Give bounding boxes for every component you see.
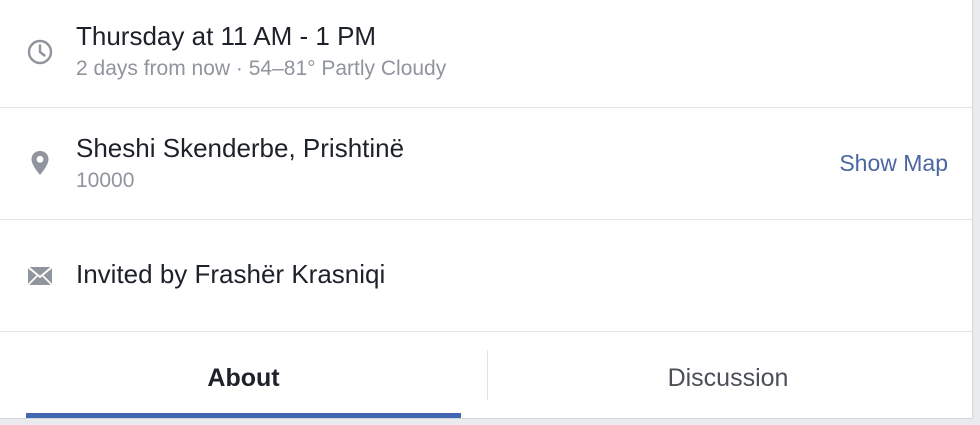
invited-by-text: Invited by Frashër Krasniqi (76, 259, 386, 289)
tab-about-label: About (207, 364, 280, 392)
tab-about[interactable]: About (26, 332, 461, 418)
show-map-link[interactable]: Show Map (839, 150, 948, 177)
envelope-icon (26, 262, 54, 290)
event-time: Thursday at 11 AM - 1 PM (76, 21, 377, 51)
event-details-card: Thursday at 11 AM - 1 PM 2 days from now… (0, 0, 973, 419)
tab-discussion-label: Discussion (667, 364, 789, 392)
event-tabs: About Discussion (0, 332, 972, 418)
event-location-postal-code: 10000 (76, 169, 135, 192)
active-tab-indicator (26, 413, 461, 418)
event-time-row: Thursday at 11 AM - 1 PM 2 days from now… (0, 0, 972, 108)
tab-discussion[interactable]: Discussion (488, 332, 968, 418)
event-location-row: Sheshi Skenderbe, Prishtinë 10000 Show M… (0, 108, 972, 220)
event-invite-row: Invited by Frashër Krasniqi (0, 220, 972, 332)
event-time-subtext: 2 days from now · 54–81° Partly Cloudy (76, 57, 447, 80)
event-location-name: Sheshi Skenderbe, Prishtinë (76, 133, 405, 163)
clock-icon (26, 38, 54, 66)
map-pin-icon (26, 149, 54, 177)
